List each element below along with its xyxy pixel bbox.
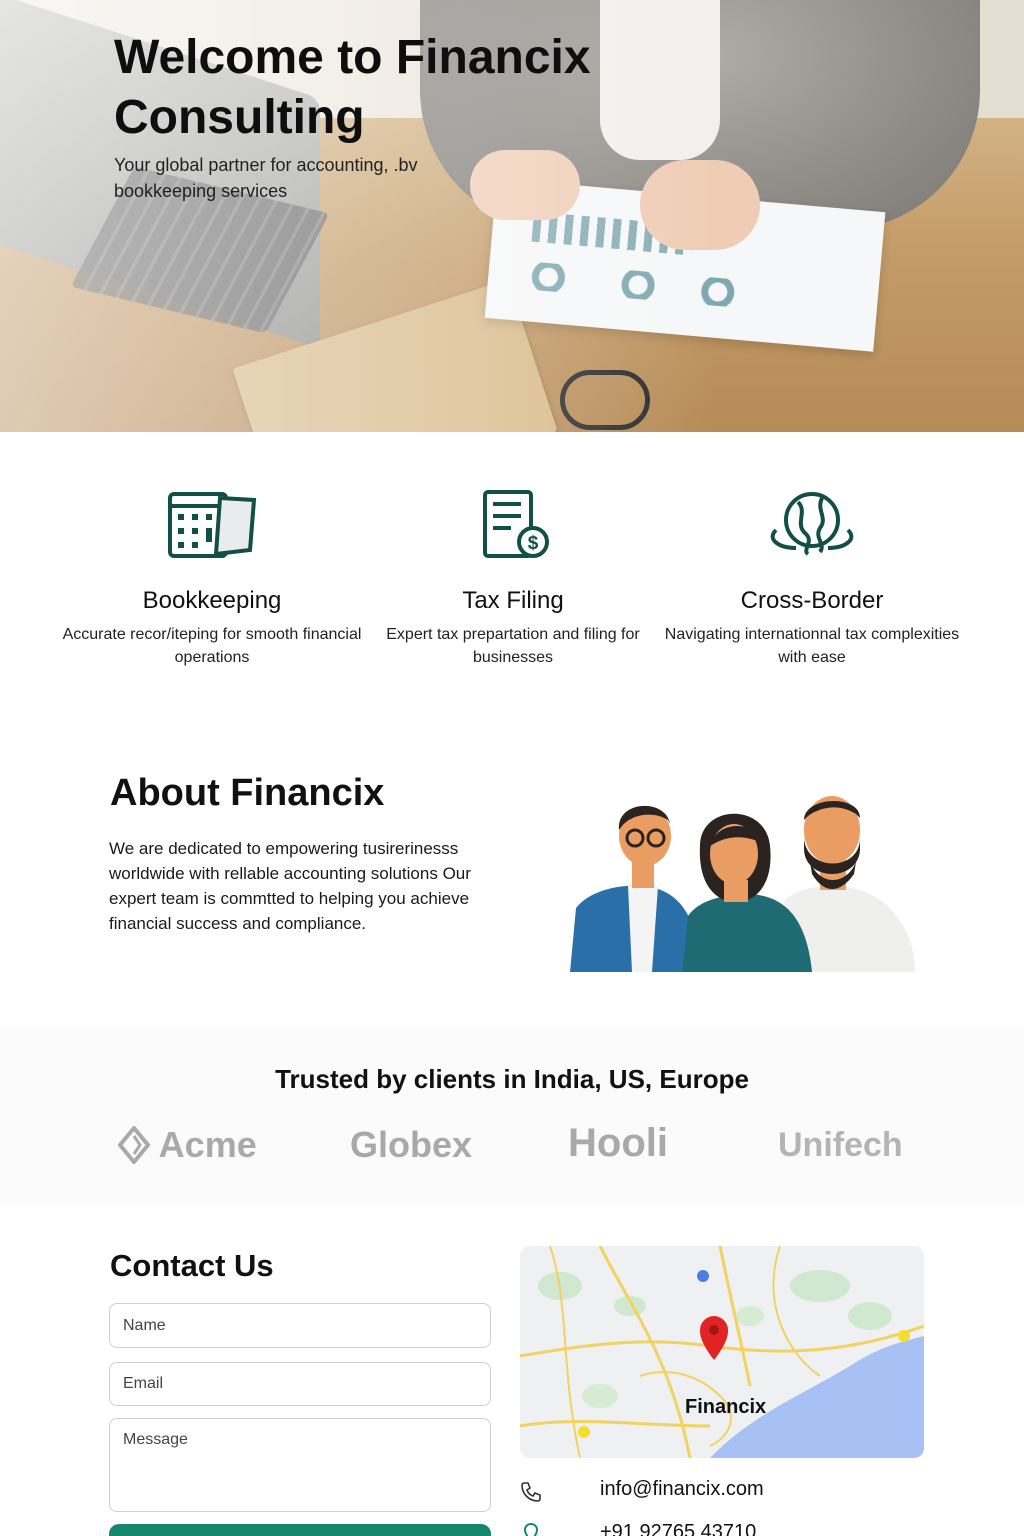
map-label: Financix <box>685 1396 767 1418</box>
location-map[interactable]: Financix <box>520 1246 924 1458</box>
about-body: We are dedicated to empowering tusirerin… <box>109 839 471 933</box>
location-icon <box>523 1522 539 1536</box>
service-description: Expert tax prepartation and filing for b… <box>386 626 640 666</box>
team-illustration <box>570 796 915 972</box>
name-field[interactable] <box>109 1303 491 1348</box>
phone-icon <box>521 1482 541 1502</box>
contact-email[interactable]: info@financix.com <box>600 1478 764 1501</box>
hero-section: Welcome to Financix Consulting Your glob… <box>0 0 1024 432</box>
client-logo-unifech: Unifech <box>778 1126 903 1165</box>
globe-icon <box>770 492 854 556</box>
contact-phone[interactable]: +91 92765 43710 <box>600 1521 756 1536</box>
message-field[interactable] <box>109 1418 491 1512</box>
svg-text:$: $ <box>528 533 539 554</box>
about-heading: About Financix <box>110 772 385 814</box>
acme-logo-icon <box>117 1124 151 1166</box>
hero-title: Welcome to Financix Consulting <box>114 31 591 144</box>
contact-heading: Contact Us <box>110 1248 274 1283</box>
about-section: About Financix We are dedicated to empow… <box>0 720 1024 1026</box>
client-logo-text: Hooli <box>568 1121 668 1165</box>
hero-subtitle: Your global partner for accounting, .bv … <box>114 155 418 201</box>
email-field[interactable] <box>109 1362 491 1406</box>
service-title: Bookkeeping <box>142 587 282 614</box>
client-logo-text: Unifech <box>778 1126 903 1164</box>
client-logo-text: Globex <box>350 1124 473 1165</box>
trusted-heading: Trusted by clients in India, US, Europe <box>275 1064 749 1094</box>
client-logo-globex: Globex <box>350 1124 472 1166</box>
service-title: Tax Filing <box>462 587 564 614</box>
client-logo-hooli: Hooli <box>568 1121 668 1166</box>
services-section: Bookkeeping Accurate recor/iteping for s… <box>0 432 1024 720</box>
service-card-tax-filing: $ Tax Filing Expert tax prepartation and… <box>363 488 663 669</box>
tax-document-icon: $ <box>483 490 549 558</box>
trusted-section: Trusted by clients in India, US, Europe … <box>0 1026 1024 1206</box>
map-graphic <box>520 1246 924 1458</box>
service-description: Navigating internationnal tax complexiti… <box>664 626 960 666</box>
client-logo-acme: Acme <box>117 1124 257 1166</box>
submit-button[interactable] <box>109 1524 491 1536</box>
contact-section: Contact Us Financix <box>0 1206 1024 1536</box>
service-card-cross-border: Cross-Border Navigating internationnal t… <box>662 488 962 669</box>
service-title: Cross-Border <box>740 587 884 614</box>
service-description: Accurate recor/iteping for smooth financ… <box>62 626 362 666</box>
client-logo-text: Acme <box>158 1124 257 1165</box>
calculator-icon <box>168 492 257 558</box>
service-card-bookkeeping: Bookkeeping Accurate recor/iteping for s… <box>62 488 362 669</box>
